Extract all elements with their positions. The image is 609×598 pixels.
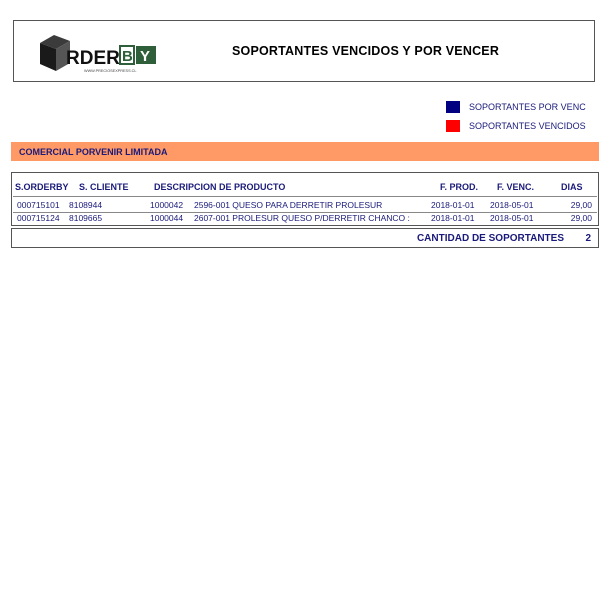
header-divider xyxy=(13,196,597,197)
company-bar: COMERCIAL PORVENIR LIMITADA xyxy=(11,142,599,161)
cell-orderby: 000715124 xyxy=(17,213,60,223)
legend-label: SOPORTANTES VENCIDOS xyxy=(469,120,586,131)
cell-fprod: 2018-01-01 xyxy=(431,213,475,223)
cell-cliente: 8109665 xyxy=(69,213,103,223)
col-header-descripcion: DESCRIPCION DE PRODUCTO xyxy=(154,182,286,192)
cell-codigo: 1000044 xyxy=(150,213,184,223)
cell-fvenc: 2018-05-01 xyxy=(490,200,534,210)
legend-swatch-red xyxy=(446,119,460,132)
company-name: COMERCIAL PORVENIR LIMITADA xyxy=(19,146,168,157)
cell-codigo: 1000042 xyxy=(150,200,184,210)
report-header: RDER B Y WWW.PRECIOSEXPRESS.CL SOPORTANT… xyxy=(13,20,595,82)
cell-fprod: 2018-01-01 xyxy=(431,200,475,210)
legend-swatch-navy xyxy=(446,100,460,113)
legend-item-por-vencer: SOPORTANTES POR VENC xyxy=(446,97,586,116)
legend: SOPORTANTES POR VENC SOPORTANTES VENCIDO… xyxy=(446,97,586,135)
cell-orderby: 000715101 xyxy=(17,200,60,210)
results-table: S.ORDERBY S. CLIENTE DESCRIPCION DE PROD… xyxy=(11,172,599,226)
col-header-fprod: F. PROD. xyxy=(440,182,479,192)
svg-text:B: B xyxy=(122,48,133,65)
cell-fvenc: 2018-05-01 xyxy=(490,213,534,223)
col-header-cliente: S. CLIENTE xyxy=(79,182,129,192)
cell-dias: 29,00 xyxy=(570,200,592,210)
total-label: CANTIDAD DE SOPORTANTES xyxy=(416,233,564,244)
col-header-dias: DIAS xyxy=(561,182,583,192)
total-value: 2 xyxy=(585,233,591,244)
col-header-fvenc: F. VENC. xyxy=(497,182,535,192)
legend-item-vencidos: SOPORTANTES VENCIDOS xyxy=(446,116,586,135)
col-header-orderby: S.ORDERBY xyxy=(15,182,69,192)
svg-text:WWW.PRECIOSEXPRESS.CL: WWW.PRECIOSEXPRESS.CL xyxy=(84,69,137,73)
orderby-logo: RDER B Y WWW.PRECIOSEXPRESS.CL xyxy=(40,35,156,73)
total-box: CANTIDAD DE SOPORTANTES 2 xyxy=(11,228,599,248)
cell-dias: 29,00 xyxy=(570,213,592,223)
table-row: 000715124 8109665 1000044 2607-001 PROLE… xyxy=(12,213,598,225)
svg-text:RDER: RDER xyxy=(66,48,120,69)
report-title: SOPORTANTES VENCIDOS Y POR VENCER xyxy=(232,44,500,58)
table-row: 000715101 8108944 1000042 2596-001 QUESO… xyxy=(12,200,598,212)
cell-descripcion: 2596-001 QUESO PARA DERRETIR PROLESUR xyxy=(194,200,383,210)
cell-cliente: 8108944 xyxy=(69,200,103,210)
cell-descripcion: 2607-001 PROLESUR QUESO P/DERRETIR CHANC… xyxy=(194,213,410,223)
legend-label: SOPORTANTES POR VENC xyxy=(469,101,586,112)
svg-text:Y: Y xyxy=(140,48,150,65)
